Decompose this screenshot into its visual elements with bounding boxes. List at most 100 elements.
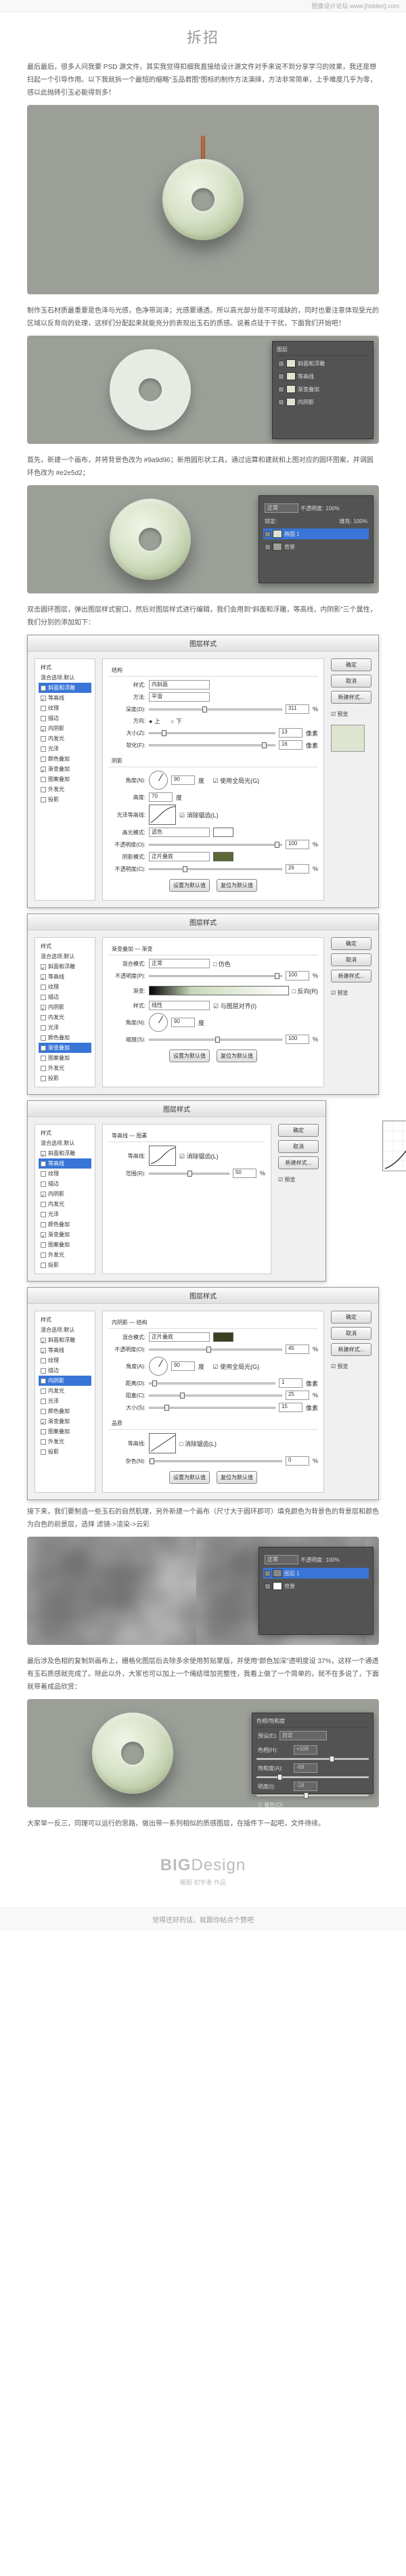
alt-input[interactable]: 70	[149, 792, 173, 802]
colorize-check[interactable]: ☑ 着色(O)	[258, 1801, 283, 1807]
smode-select[interactable]: 正片叠底	[149, 852, 210, 861]
is-noise-slider[interactable]	[149, 1460, 282, 1462]
light-input[interactable]: -16	[294, 1782, 317, 1791]
newstyle-button[interactable]: 新建样式...	[331, 691, 371, 704]
layer-style-dialog-innershadow[interactable]: 图层样式 样式 混合选项:默认 斜面和浮雕 等高线 纹理 描边 内阴影 内发光 …	[27, 1287, 379, 1500]
default-button[interactable]: 复位为默认值	[217, 879, 257, 892]
is-angle-input[interactable]: 90	[171, 1361, 195, 1371]
is-dist-input[interactable]: 1	[279, 1378, 302, 1388]
dir-up-radio[interactable]: ● 上	[149, 717, 160, 725]
is-dist-slider[interactable]	[149, 1382, 275, 1384]
is-size-slider[interactable]	[149, 1407, 275, 1409]
layer-style-dialog-bevel[interactable]: 图层样式 样式 混合选项:默认 斜面和浮雕 等高线 纹理 描边 内阴影 内发光 …	[27, 635, 379, 908]
layers-panel[interactable]: 图层 斜面和浮雕 等高线 渐变叠加 内阴影	[272, 341, 374, 439]
sop-input[interactable]: 26	[286, 864, 309, 874]
opt-pattern[interactable]: 图案叠加	[39, 774, 91, 784]
grad-op-slider[interactable]	[149, 975, 282, 977]
opt-stroke[interactable]: 描边	[39, 713, 91, 723]
is-op-input[interactable]: 45	[286, 1345, 309, 1354]
opt-iglow[interactable]: 内发光	[39, 733, 91, 744]
para-6: 最后涉及色相的复制到画布上，栅格化图层后去除多余使用剪贴蒙版，并使用“颜色加深”…	[27, 1655, 379, 1694]
grad-blend-select[interactable]: 正常	[149, 959, 210, 968]
is-angle-dial[interactable]	[149, 1357, 168, 1376]
antialias-check[interactable]: ☑ 消除锯齿(L)	[179, 811, 219, 819]
opt-contour[interactable]: 等高线	[39, 693, 91, 703]
style-list[interactable]: 样式 混合选项:默认 斜面和浮雕 等高线 纹理 描边 内阴影 内发光 光泽 颜色…	[35, 658, 95, 901]
layer-style-dialog-gradient[interactable]: 图层样式 样式 混合选项:默认 斜面和浮雕 等高线 纹理 描边 内阴影 内发光 …	[27, 913, 379, 1095]
opt-texture[interactable]: 纹理	[39, 703, 91, 713]
hsl-preset-select[interactable]: 自定	[279, 1731, 327, 1740]
reverse-check[interactable]: □ 反向(R)	[292, 987, 318, 995]
range-slider[interactable]	[149, 1173, 229, 1175]
is-color-swatch[interactable]	[213, 1332, 233, 1342]
opt-grad[interactable]: 渐变叠加	[39, 764, 91, 774]
depth-slider[interactable]	[149, 708, 282, 710]
opt-ishadow[interactable]: 内阴影	[39, 723, 91, 733]
size-input[interactable]: 13	[279, 728, 302, 738]
hsl-panel[interactable]: 色相/饱和度 预设(E):自定 色相(H):+106 饱和度(A):-69 明度…	[252, 1713, 374, 1794]
soft-input[interactable]: 16	[279, 740, 302, 750]
grad-scale-input[interactable]: 100	[286, 1035, 309, 1044]
demo-clouds: 正常不透明度:100% 图层 1 背景	[27, 1537, 379, 1645]
style-list-2[interactable]: 样式 混合选项:默认 斜面和浮雕 等高线 纹理 描边 内阴影 内发光 光泽 颜色…	[35, 937, 95, 1087]
style-select[interactable]: 内斜面	[149, 680, 210, 690]
layer-styles-panel[interactable]: 正常不透明度:100% 锁定:填充:100% 椭圆 1 背景	[258, 495, 374, 583]
hop-slider[interactable]	[149, 844, 282, 846]
scolor-swatch[interactable]	[213, 852, 233, 861]
dither-check[interactable]: □ 仿色	[213, 959, 231, 968]
is-global-check[interactable]: ☑ 使用全局光(G)	[213, 1362, 260, 1371]
method-select[interactable]: 平滑	[149, 692, 210, 702]
light-slider[interactable]	[256, 1794, 369, 1797]
grad-scale-slider[interactable]	[149, 1039, 282, 1041]
grad-op-input[interactable]: 100	[286, 971, 309, 980]
grad-angle-input[interactable]: 90	[171, 1018, 195, 1027]
is-blend-select[interactable]: 正片叠底	[149, 1332, 210, 1342]
gradient-swatch[interactable]	[149, 986, 289, 995]
sat-slider[interactable]	[256, 1776, 369, 1778]
is-anti-check[interactable]: □ 消除锯齿(L)	[179, 1439, 217, 1448]
demo-jade-final	[27, 105, 379, 294]
hue-slider[interactable]	[256, 1758, 369, 1760]
reset-button[interactable]: 设置为默认值	[169, 879, 210, 892]
opt-satin[interactable]: 光泽	[39, 744, 91, 754]
dir-down-radio[interactable]: ○ 下	[171, 717, 182, 725]
grad-angle-dial[interactable]	[149, 1013, 168, 1032]
is-op-slider[interactable]	[149, 1349, 282, 1351]
is-noise-input[interactable]: 0	[286, 1456, 309, 1466]
is-size-input[interactable]: 15	[279, 1403, 302, 1412]
soft-slider[interactable]	[149, 744, 275, 746]
sop-slider[interactable]	[149, 868, 282, 870]
ok-button[interactable]: 确定	[331, 658, 371, 671]
opt-color[interactable]: 颜色叠加	[39, 754, 91, 764]
contour-editor[interactable]	[149, 1146, 176, 1166]
size-slider[interactable]	[149, 732, 275, 734]
hop-input[interactable]: 100	[286, 840, 309, 849]
opt-bevel[interactable]: 斜面和浮雕	[39, 683, 91, 693]
contour-anti-check[interactable]: ☑ 消除锯齿(L)	[179, 1152, 219, 1160]
global-light-check[interactable]: ☑ 使用全局光(G)	[213, 776, 260, 785]
opt-blend[interactable]: 混合选项:默认	[39, 673, 91, 683]
grad-style-select[interactable]: 线性	[149, 1001, 210, 1010]
is-choke-slider[interactable]	[149, 1395, 282, 1397]
clouds-layers-panel[interactable]: 正常不透明度:100% 图层 1 背景	[258, 1547, 374, 1635]
hcolor-swatch[interactable]	[213, 828, 233, 837]
align-check[interactable]: ☑ 与图层对齐(I)	[213, 1001, 256, 1010]
layer-style-dialog-contour[interactable]: 图层样式 样式 混合选项:默认 斜面和浮雕 等高线 纹理 描边 内阴影 内发光 …	[27, 1100, 326, 1282]
angle-dial[interactable]	[149, 771, 168, 790]
opt-oglow[interactable]: 外发光	[39, 784, 91, 794]
sat-input[interactable]: -69	[294, 1763, 317, 1773]
opt-drop[interactable]: 投影	[39, 794, 91, 805]
is-contour[interactable]	[149, 1433, 176, 1453]
range-input[interactable]: 50	[233, 1169, 256, 1178]
cancel-button[interactable]: 取消	[331, 675, 371, 687]
angle-input[interactable]: 90	[171, 775, 195, 785]
hmode-select[interactable]: 滤色	[149, 828, 210, 837]
preview-check[interactable]: ☑ 预览	[331, 710, 371, 718]
is-choke-input[interactable]: 25	[286, 1391, 309, 1400]
hue-input[interactable]: +106	[294, 1745, 317, 1755]
signature: BIGDesign 缓橱 初学者 作品	[27, 1836, 379, 1893]
dialog-title: 图层样式	[28, 635, 378, 652]
bevel-settings: 结构 样式:内斜面 方法:平滑 深度(D):311% 方向:● 上 ○ 下 大小…	[102, 658, 324, 901]
gloss-contour[interactable]	[149, 805, 176, 825]
depth-input[interactable]: 311	[286, 704, 309, 714]
